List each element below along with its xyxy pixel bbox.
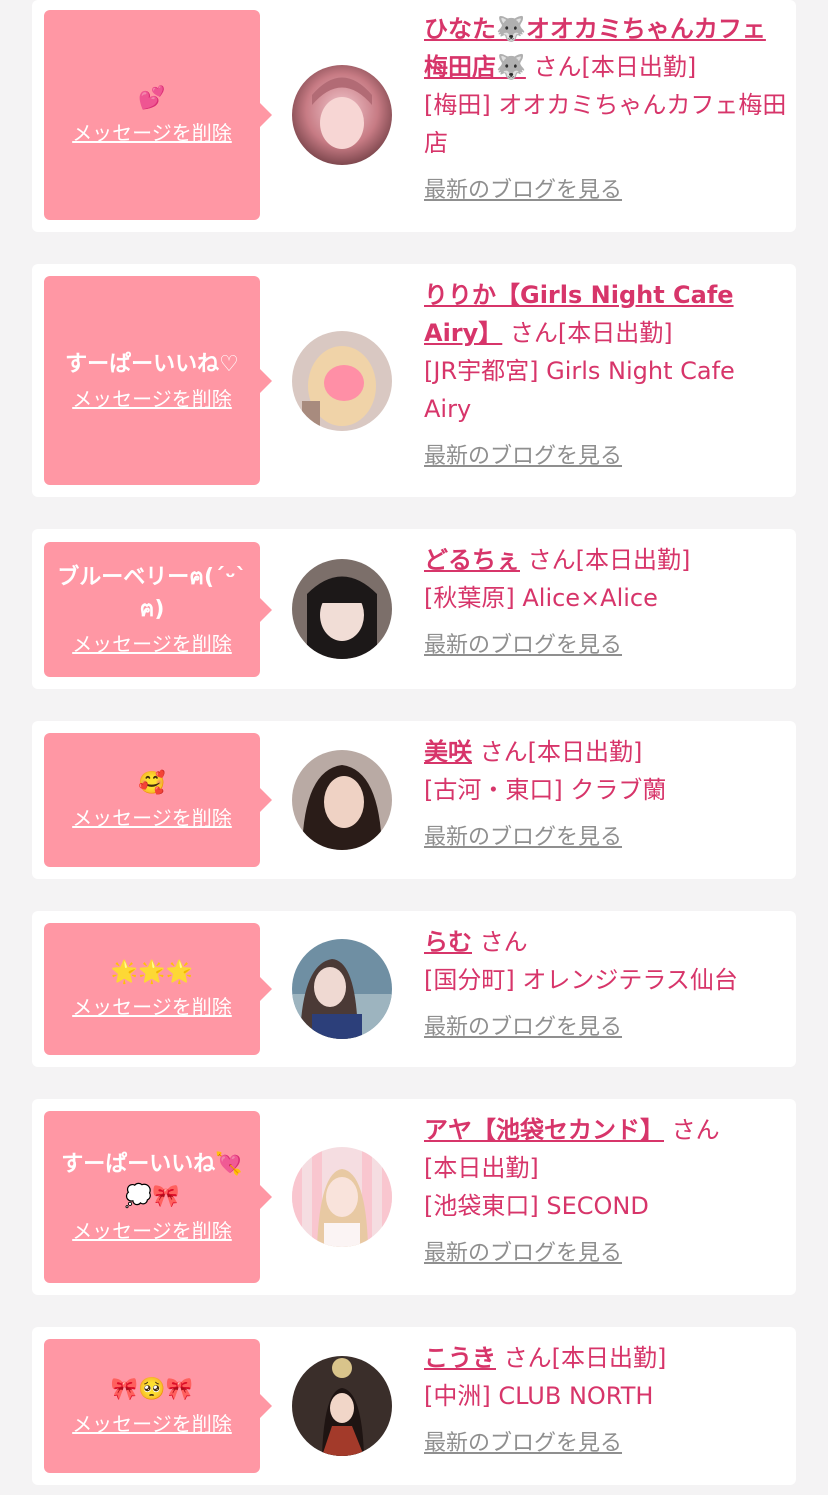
message-text: 💕 (138, 86, 166, 111)
blog-link[interactable]: 最新のブログを見る (424, 819, 622, 857)
today-badge: [本日出勤] (527, 738, 643, 766)
today-badge: [本日出勤] (424, 1154, 539, 1182)
avatar[interactable] (292, 750, 392, 850)
message-text: すーぱーいいね♡ (65, 351, 239, 377)
cast-name-link[interactable]: こうき (424, 1344, 496, 1372)
today-badge: [本日出勤] (575, 546, 691, 574)
avatar[interactable] (292, 65, 392, 165)
honorific: さん (527, 546, 576, 574)
blog-link[interactable]: 最新のブログを見る (424, 627, 622, 665)
message-text: 🌟🌟🌟 (110, 960, 194, 985)
list-item: 🥰 メッセージを削除 美咲 さん[本日出勤] [古河・東口] クラブ蘭 最新のブ… (32, 721, 796, 879)
blog-link[interactable]: 最新のブログを見る (424, 172, 622, 210)
delete-message-button[interactable]: メッセージを削除 (72, 1410, 232, 1438)
honorific: さん (479, 928, 528, 956)
cast-info: りりか【Girls Night Cafe Airy】 さん[本日出勤] [JR宇… (424, 276, 788, 476)
shop-location: [梅田] オオカミちゃんカフェ梅田店 (424, 91, 787, 157)
shop-location: [国分町] オレンジテラス仙台 (424, 966, 738, 994)
message-bubble: 💕 メッセージを削除 (44, 10, 272, 220)
cast-info: 美咲 さん[本日出勤] [古河・東口] クラブ蘭 最新のブログを見る (424, 733, 788, 857)
shop-location: [秋葉原] Alice×Alice (424, 584, 658, 612)
today-badge: [本日出勤] (551, 1344, 667, 1372)
cast-name-link[interactable]: アヤ【池袋セカンド】 (424, 1116, 664, 1144)
blog-link[interactable]: 最新のブログを見る (424, 438, 622, 476)
honorific: さん (671, 1116, 720, 1144)
cast-name-link[interactable]: どるちぇ (424, 546, 520, 574)
list-item: 🎀🥺🎀 メッセージを削除 こうき さん[本日出勤] [中洲] CLUB NORT… (32, 1327, 796, 1485)
cast-info: こうき さん[本日出勤] [中洲] CLUB NORTH 最新のブログを見る (424, 1339, 788, 1463)
shop-location: [池袋東口] SECOND (424, 1192, 649, 1220)
cast-name-link[interactable]: 美咲 (424, 738, 472, 766)
delete-message-button[interactable]: メッセージを削除 (72, 630, 232, 658)
avatar[interactable] (292, 559, 392, 659)
delete-message-button[interactable]: メッセージを削除 (72, 119, 232, 147)
delete-message-button[interactable]: メッセージを削除 (72, 993, 232, 1021)
message-text: すーぱーいいね💘💭🎀 (61, 1152, 243, 1209)
today-badge: [本日出勤] (581, 53, 697, 81)
shop-location: [中洲] CLUB NORTH (424, 1382, 654, 1410)
delete-message-button[interactable]: メッセージを削除 (72, 804, 232, 832)
avatar[interactable] (292, 1356, 392, 1456)
honorific: さん (503, 1344, 552, 1372)
list-item: すーぱーいいね♡ メッセージを削除 りりか【Girls Night Cafe A… (32, 264, 796, 497)
message-bubble: すーぱーいいね💘💭🎀 メッセージを削除 (44, 1111, 272, 1283)
shop-location: [JR宇都宮] Girls Night Cafe Airy (424, 357, 735, 423)
blog-link[interactable]: 最新のブログを見る (424, 1425, 622, 1463)
message-bubble: 🌟🌟🌟 メッセージを削除 (44, 923, 272, 1055)
message-text: ブルーベリーฅ(ˊᵕˋ ฅ) (57, 564, 247, 622)
today-badge: [本日出勤] (557, 319, 673, 347)
message-bubble: 🥰 メッセージを削除 (44, 733, 272, 867)
cast-name-link[interactable]: らむ (424, 928, 472, 956)
avatar[interactable] (292, 331, 392, 431)
honorific: さん (479, 738, 528, 766)
delete-message-button[interactable]: メッセージを削除 (72, 385, 232, 413)
message-bubble: すーぱーいいね♡ メッセージを削除 (44, 276, 272, 485)
honorific: さん (533, 53, 582, 81)
cast-info: ひなた🐺オオカミちゃんカフェ梅田店🐺 さん[本日出勤] [梅田] オオカミちゃん… (424, 10, 788, 210)
delete-message-button[interactable]: メッセージを削除 (72, 1217, 232, 1245)
list-item: 💕 メッセージを削除 ひなた🐺オオカミちゃんカフェ梅田店🐺 さん[本日出勤] [… (32, 0, 796, 232)
list-item: ブルーベリーฅ(ˊᵕˋ ฅ) メッセージを削除 どるちぇ さん[本日出勤] [秋… (32, 529, 796, 689)
list-item: すーぱーいいね💘💭🎀 メッセージを削除 アヤ【池袋セカンド】 さん [本日出勤]… (32, 1099, 796, 1295)
honorific: さん (509, 319, 558, 347)
avatar[interactable] (292, 1147, 392, 1247)
message-bubble: 🎀🥺🎀 メッセージを削除 (44, 1339, 272, 1473)
cast-info: どるちぇ さん[本日出勤] [秋葉原] Alice×Alice 最新のブログを見… (424, 541, 788, 665)
list-item: 🌟🌟🌟 メッセージを削除 らむ さん [国分町] オレンジテラス仙台 最新のブロ… (32, 911, 796, 1067)
shop-location: [古河・東口] クラブ蘭 (424, 776, 667, 804)
message-text: 🎀🥺🎀 (110, 1377, 194, 1402)
cast-info: アヤ【池袋セカンド】 さん [本日出勤] [池袋東口] SECOND 最新のブロ… (424, 1111, 788, 1273)
message-bubble: ブルーベリーฅ(ˊᵕˋ ฅ) メッセージを削除 (44, 542, 272, 677)
blog-link[interactable]: 最新のブログを見る (424, 1009, 622, 1047)
message-text: 🥰 (138, 771, 166, 796)
blog-link[interactable]: 最新のブログを見る (424, 1235, 622, 1273)
avatar[interactable] (292, 939, 392, 1039)
cast-info: らむ さん [国分町] オレンジテラス仙台 最新のブログを見る (424, 923, 788, 1047)
